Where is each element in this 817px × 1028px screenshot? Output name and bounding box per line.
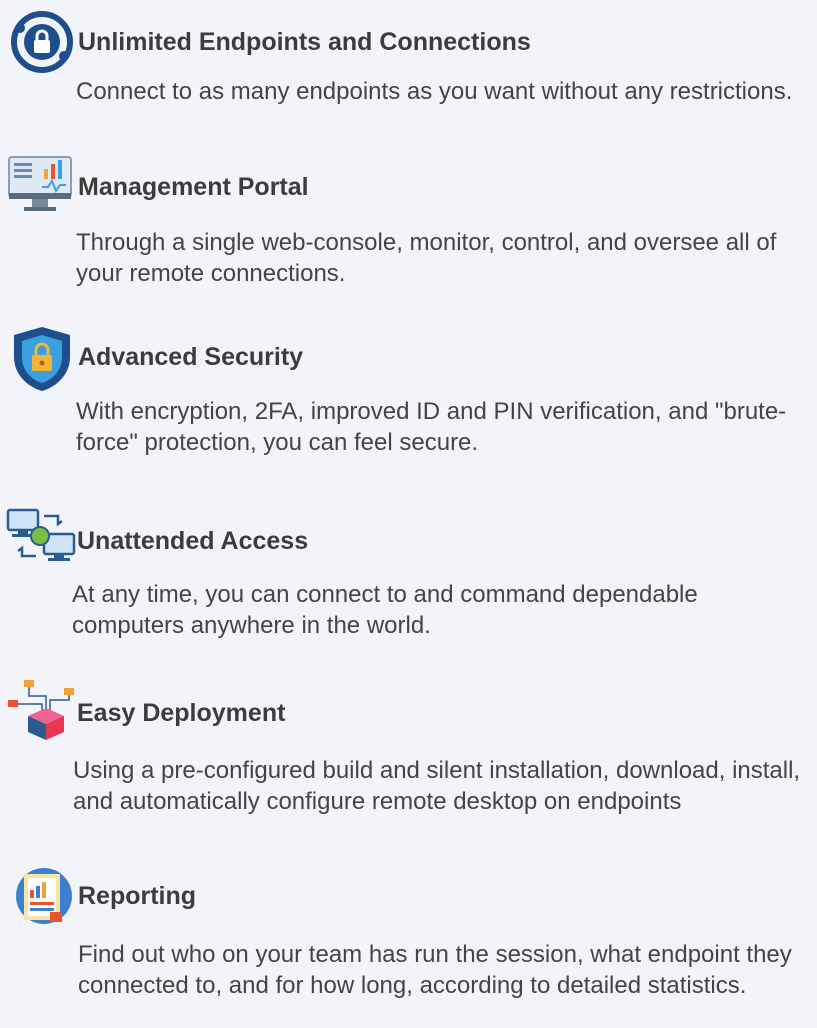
feature-title: Management Portal (78, 173, 309, 201)
monitor-chart-icon (8, 155, 72, 219)
shield-lock-icon (10, 325, 74, 391)
feature-description: Through a single web-console, monitor, c… (76, 229, 777, 287)
feature-title: Easy Deployment (77, 699, 286, 727)
feature-title: Unlimited Endpoints and Connections (78, 28, 531, 56)
report-icon (14, 866, 78, 930)
feature-description: At any time, you can connect to and comm… (72, 581, 698, 639)
feature-title: Unattended Access (77, 527, 309, 555)
feature-description: Using a pre-configured build and silent … (73, 757, 801, 815)
globe-lock-icon (10, 10, 74, 74)
deployment-box-icon (6, 678, 74, 742)
feature-description: Find out who on your team has run the se… (78, 941, 792, 999)
remote-computers-icon (6, 508, 76, 572)
feature-description: Connect to as many endpoints as you want… (76, 78, 793, 105)
feature-title: Reporting (78, 882, 197, 910)
feature-description: With encryption, 2FA, improved ID and PI… (76, 398, 787, 456)
feature-title: Advanced Security (78, 343, 304, 371)
